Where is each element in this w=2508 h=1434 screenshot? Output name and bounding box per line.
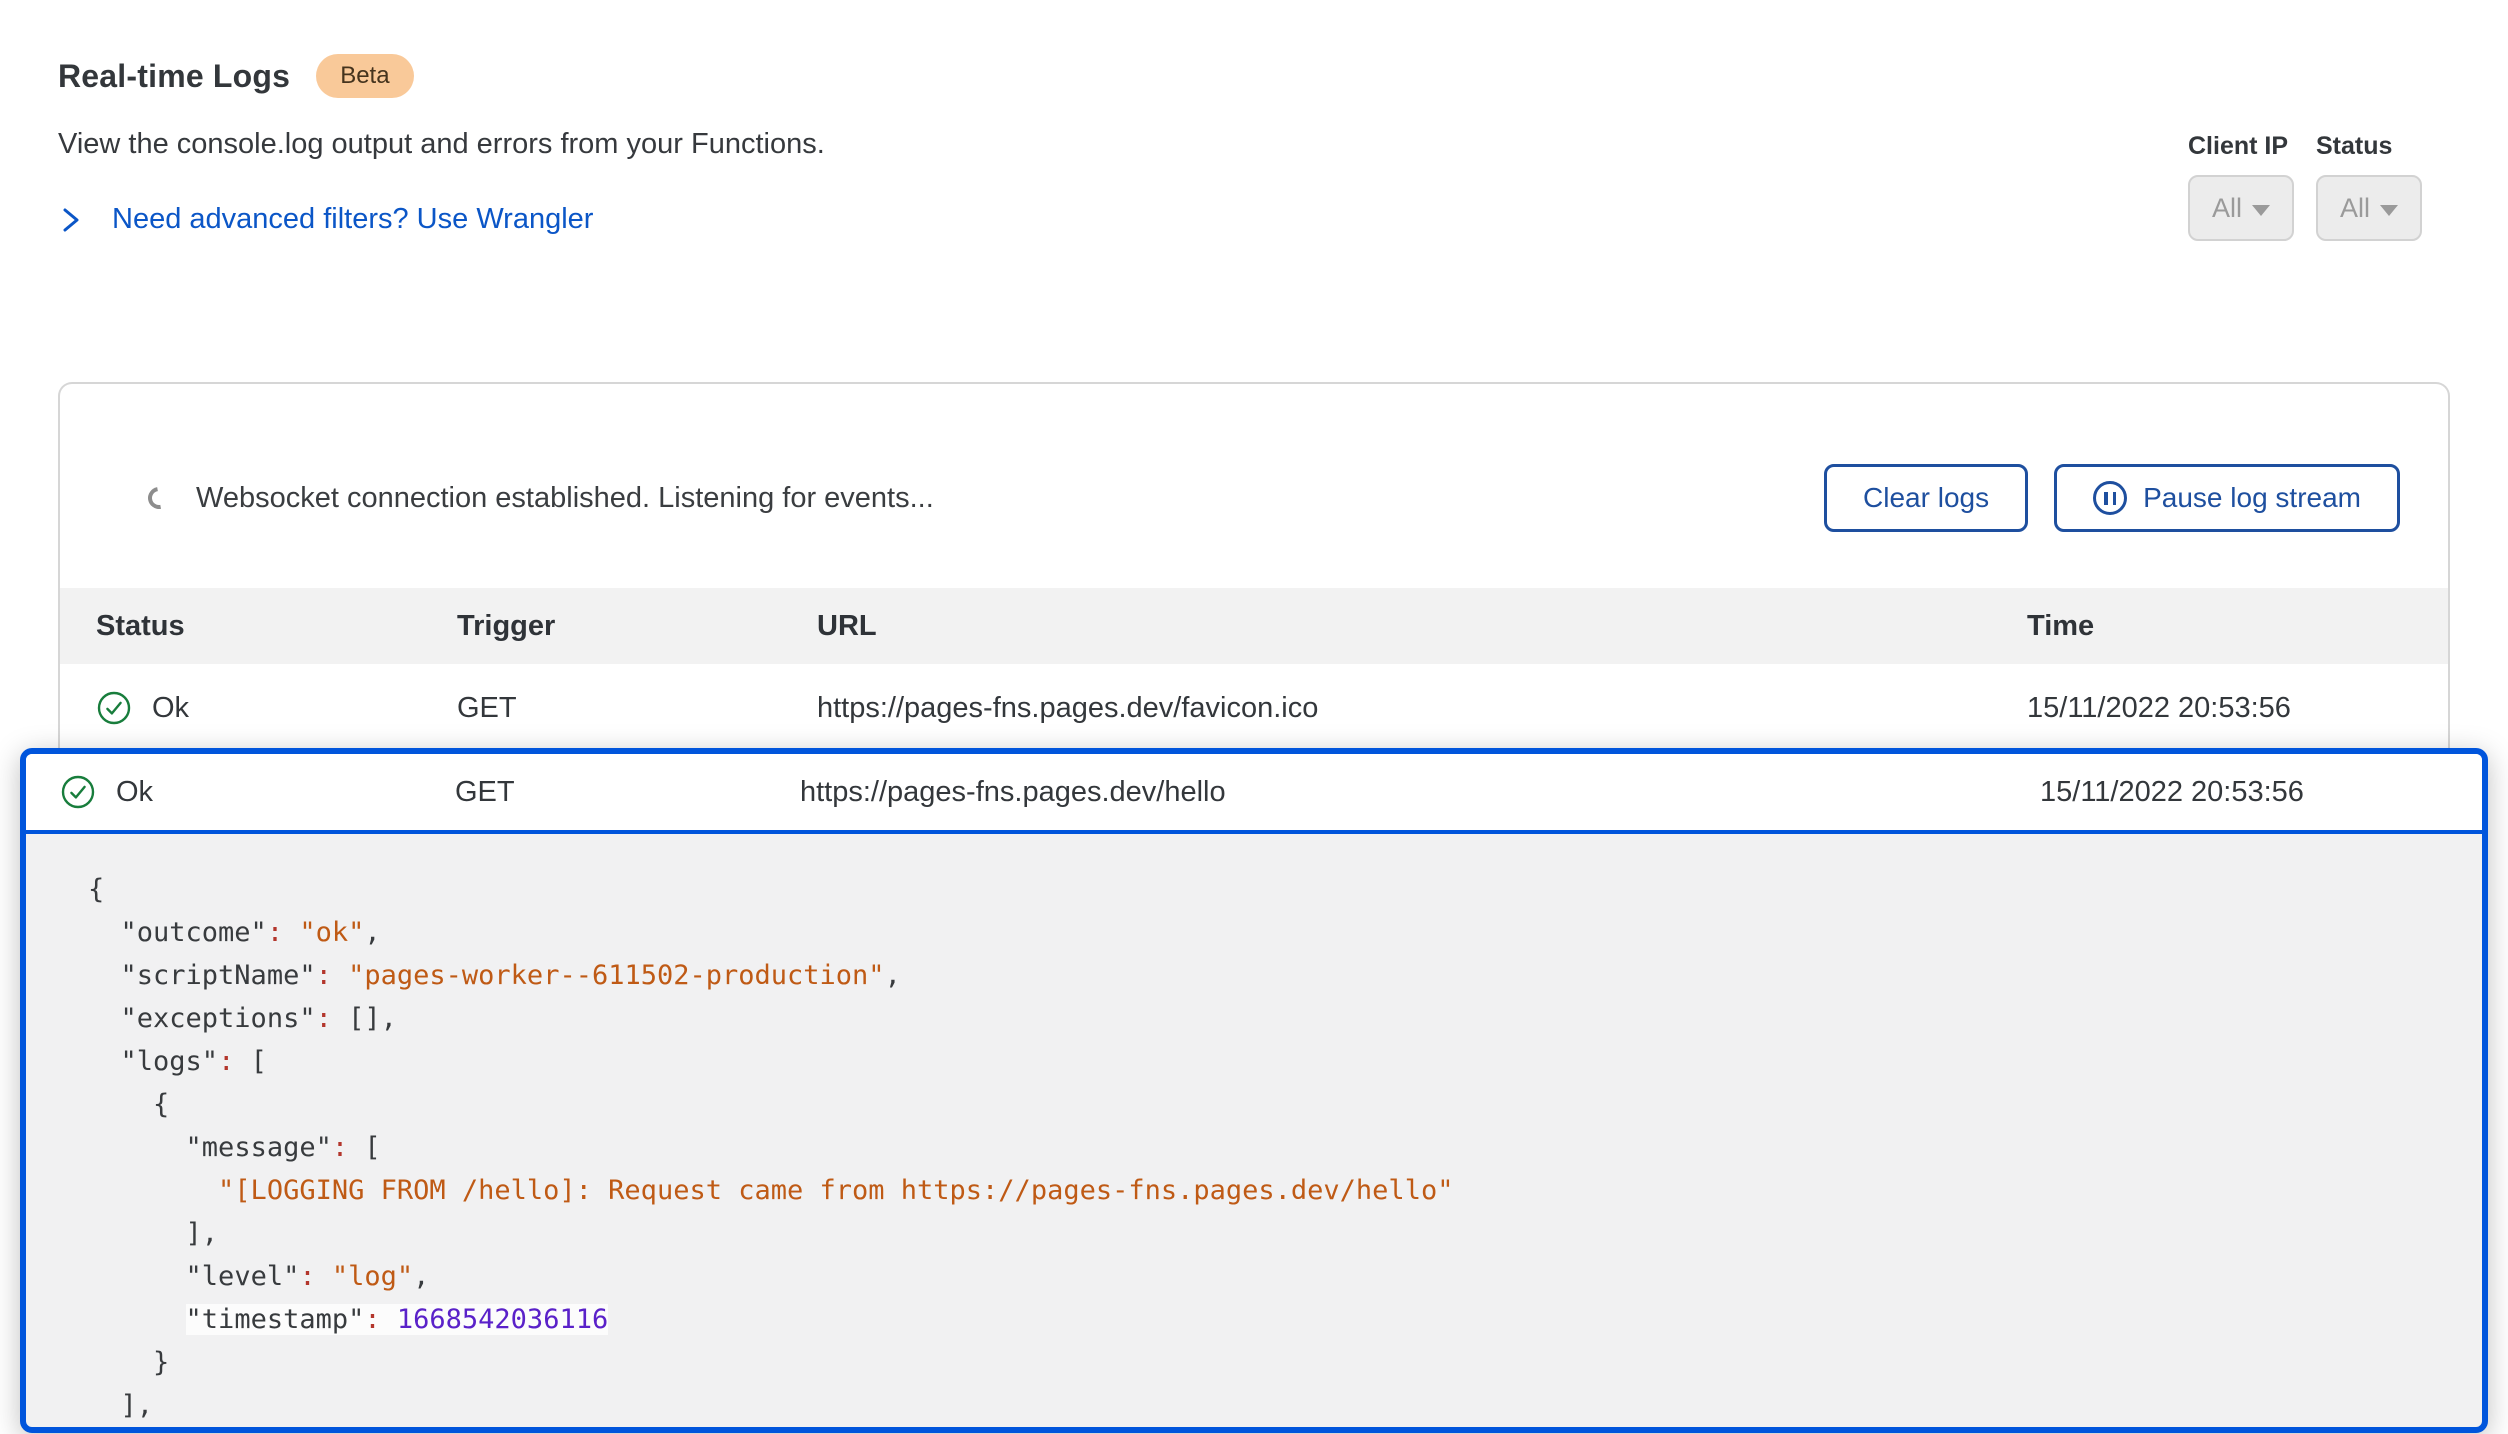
row-trigger: GET: [457, 692, 817, 725]
check-circle-icon: [60, 774, 96, 810]
json-line: "exceptions": [],: [88, 997, 2442, 1040]
row-trigger: GET: [455, 776, 800, 809]
json-line: }: [88, 1341, 2442, 1384]
json-line: "scriptName": "pages-worker--611502-prod…: [88, 954, 2442, 997]
wrangler-link[interactable]: Need advanced filters? Use Wrangler: [112, 203, 593, 236]
websocket-status-text: Websocket connection established. Listen…: [196, 482, 934, 515]
client-ip-label: Client IP: [2188, 132, 2294, 161]
row-url: https://pages-fns.pages.dev/favicon.ico: [817, 692, 2027, 725]
table-header: Status Trigger URL Time: [60, 588, 2448, 664]
json-line: {: [88, 1083, 2442, 1126]
json-line: {: [88, 868, 2442, 911]
page-header: Real-time Logs Beta View the console.log…: [0, 0, 2508, 236]
page-title: Real-time Logs: [58, 58, 290, 95]
pause-log-stream-button[interactable]: Pause log stream: [2054, 464, 2400, 532]
row-url: https://pages-fns.pages.dev/hello: [800, 776, 2040, 809]
websocket-status: Websocket connection established. Listen…: [148, 482, 934, 515]
logs-toolbar: Websocket connection established. Listen…: [60, 384, 2448, 588]
column-header-status: Status: [96, 610, 457, 643]
json-line: ],: [88, 1384, 2442, 1427]
column-header-time: Time: [2027, 610, 2448, 643]
realtime-logs-page: Real-time Logs Beta View the console.log…: [0, 0, 2508, 1433]
advanced-filters-link-row[interactable]: Need advanced filters? Use Wrangler: [58, 203, 2450, 236]
status-dropdown[interactable]: All: [2316, 175, 2422, 241]
spinner-icon: [144, 483, 175, 514]
row-status: Ok: [152, 692, 189, 725]
status-filter: Status All: [2316, 132, 2422, 241]
column-header-trigger: Trigger: [457, 610, 817, 643]
log-json: { "outcome": "ok", "scriptName": "pages-…: [26, 834, 2482, 1427]
beta-badge: Beta: [316, 54, 413, 98]
chevron-right-icon: [58, 204, 84, 236]
client-ip-filter: Client IP All: [2188, 132, 2294, 241]
table-row[interactable]: Ok GET https://pages-fns.pages.dev/favic…: [60, 664, 2448, 752]
status-label: Status: [2316, 132, 2422, 161]
json-line: "outcome": "ok",: [88, 911, 2442, 954]
filters: Client IP All Status All: [2188, 132, 2422, 241]
column-header-url: URL: [817, 610, 2027, 643]
caret-down-icon: [2380, 205, 2398, 216]
json-line: "logs": [: [88, 1040, 2442, 1083]
json-line: ],: [88, 1212, 2442, 1255]
pause-icon: [2093, 481, 2127, 515]
toolbar-actions: Clear logs Pause log stream: [1824, 464, 2400, 532]
json-line: "level": "log",: [88, 1255, 2442, 1298]
row-time: 15/11/2022 20:53:56: [2040, 776, 2482, 809]
client-ip-dropdown[interactable]: All: [2188, 175, 2294, 241]
status-value: All: [2340, 193, 2370, 224]
pause-log-stream-label: Pause log stream: [2143, 482, 2361, 514]
client-ip-value: All: [2212, 193, 2242, 224]
json-line: "message": [: [88, 1126, 2442, 1169]
row-time: 15/11/2022 20:53:56: [2027, 692, 2448, 725]
table-row-selected[interactable]: Ok GET https://pages-fns.pages.dev/hello…: [26, 754, 2482, 834]
json-line: "[LOGGING FROM /hello]: Request came fro…: [88, 1169, 2442, 1212]
caret-down-icon: [2252, 205, 2270, 216]
logs-card: Websocket connection established. Listen…: [58, 382, 2450, 752]
page-description: View the console.log output and errors f…: [58, 128, 2450, 161]
json-line: "timestamp": 1668542036116: [88, 1298, 2442, 1341]
clear-logs-button[interactable]: Clear logs: [1824, 464, 2028, 532]
row-status: Ok: [116, 776, 153, 809]
expanded-log-panel: Ok GET https://pages-fns.pages.dev/hello…: [20, 748, 2488, 1433]
check-circle-icon: [96, 690, 132, 726]
